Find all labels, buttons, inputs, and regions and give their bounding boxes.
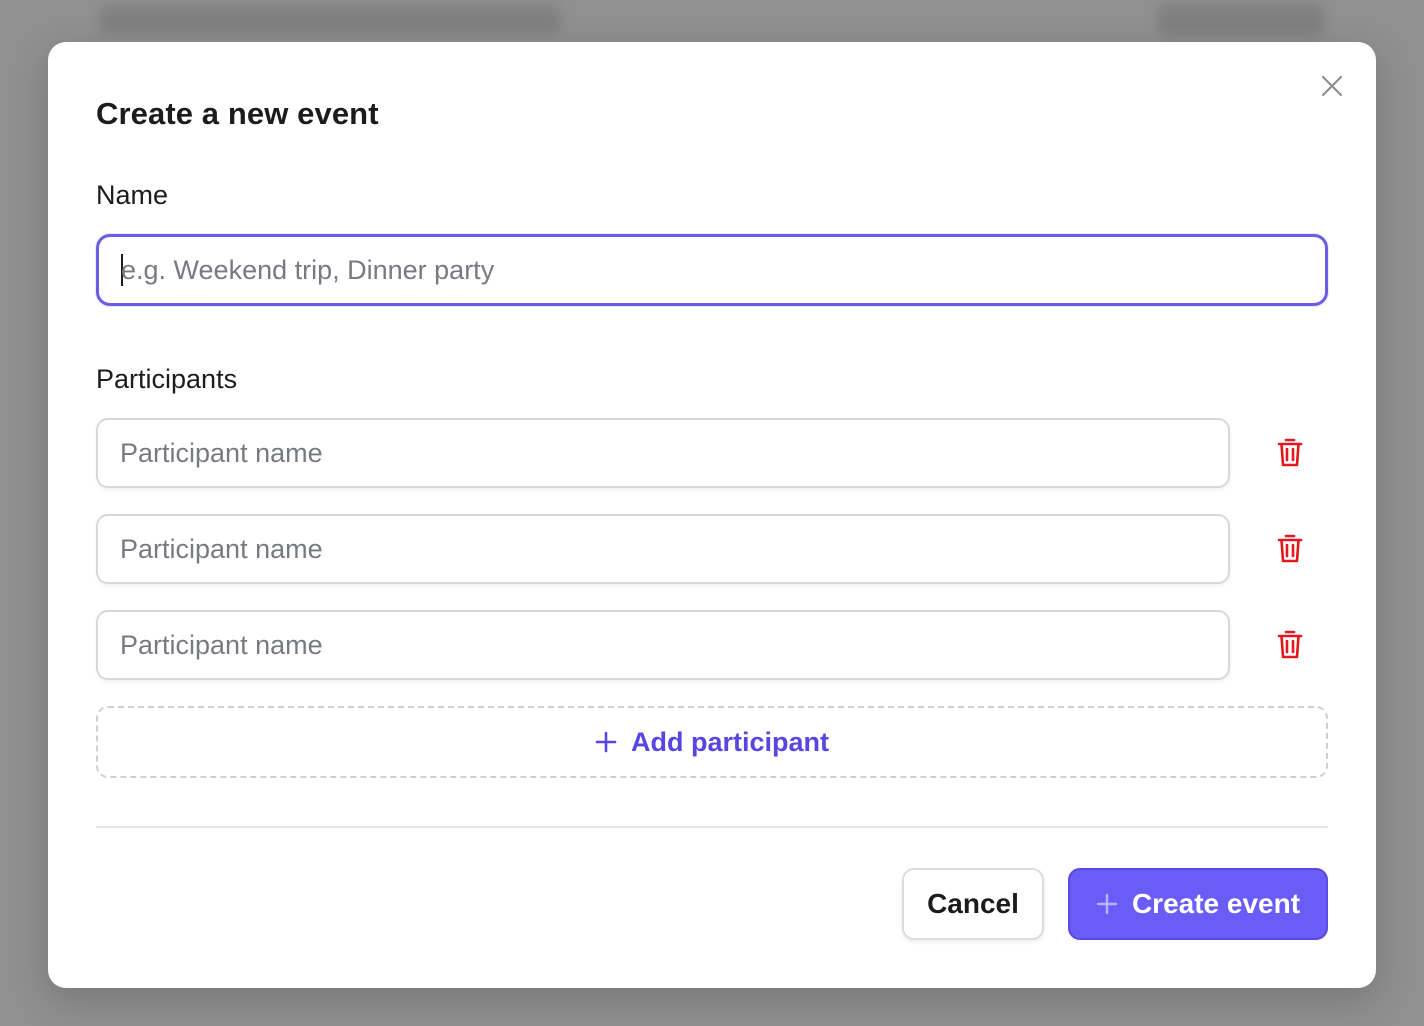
dialog-title: Create a new event [96,96,379,131]
trash-icon [1277,534,1303,563]
delete-participant-button[interactable] [1272,531,1308,567]
cancel-button[interactable]: Cancel [902,868,1044,940]
footer-divider [96,826,1328,828]
participants-label: Participants [96,364,238,394]
close-icon [1321,75,1343,97]
add-participant-label: Add participant [630,726,829,757]
create-event-button[interactable]: Create event [1068,868,1328,940]
delete-participant-button[interactable] [1272,435,1308,471]
delete-participant-button[interactable] [1272,627,1308,663]
participant-name-input[interactable]: Participant name [96,610,1230,680]
participant-row: Participant name [96,514,1328,584]
participant-name-placeholder: Participant name [120,629,323,660]
create-event-label: Create event [1131,888,1301,919]
participant-name-input[interactable]: Participant name [96,418,1230,488]
participant-row: Participant name [96,610,1328,680]
trash-icon [1277,438,1303,467]
participant-name-placeholder: Participant name [120,437,323,468]
plus-icon [595,731,617,753]
trash-icon [1277,630,1303,659]
add-participant-button[interactable]: Add participant [96,706,1328,778]
plus-icon [1096,893,1118,915]
close-button[interactable] [1318,72,1346,100]
create-event-dialog: Create a new event Name e.g. Weekend tri… [48,42,1376,988]
event-name-input[interactable]: e.g. Weekend trip, Dinner party [96,234,1328,306]
participant-name-input[interactable]: Participant name [96,514,1230,584]
participant-name-placeholder: Participant name [120,533,323,564]
name-label: Name [96,180,169,210]
participant-row: Participant name [96,418,1328,488]
event-name-placeholder: e.g. Weekend trip, Dinner party [121,254,495,285]
